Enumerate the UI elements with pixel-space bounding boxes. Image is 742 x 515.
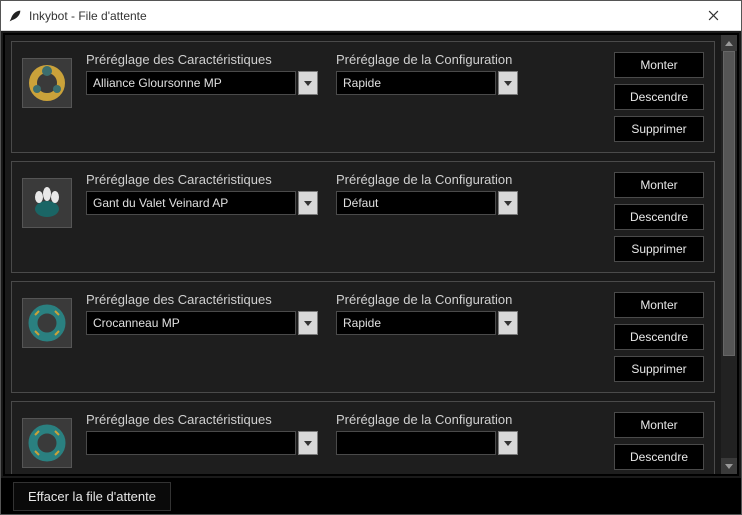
row-actions: Monter Descendre Supprimer — [614, 52, 704, 142]
char-preset-value: Gant du Valet Veinard AP — [86, 191, 296, 215]
conf-preset-label: Préréglage de la Configuration — [336, 172, 518, 187]
conf-preset-select[interactable]: Rapide — [336, 311, 518, 335]
conf-preset-value: Rapide — [336, 71, 496, 95]
scroll-up-arrow[interactable] — [721, 35, 737, 51]
window-title: Inkybot - File d'attente — [29, 9, 693, 23]
move-up-button[interactable]: Monter — [614, 292, 704, 318]
conf-preset-label: Préréglage de la Configuration — [336, 292, 518, 307]
char-preset-label: Préréglage des Caractéristiques — [86, 52, 318, 67]
char-preset-column: Préréglage des Caractéristiques Crocannea… — [86, 292, 318, 335]
char-preset-select[interactable]: Alliance Gloursonne MP — [86, 71, 318, 95]
titlebar: Inkybot - File d'attente — [1, 1, 741, 31]
delete-button[interactable]: Supprimer — [614, 236, 704, 262]
conf-preset-select[interactable]: Rapide — [336, 71, 518, 95]
queue-row: Préréglage des Caractéristiques Crocannea… — [11, 281, 715, 393]
row-fields: Préréglage des Caractéristiques Alliance … — [86, 52, 600, 95]
char-preset-label: Préréglage des Caractéristiques — [86, 292, 318, 307]
scroll-thumb[interactable] — [723, 51, 735, 356]
item-thumbnail — [22, 178, 72, 228]
dropdown-icon[interactable] — [298, 191, 318, 215]
move-down-button[interactable]: Descendre — [614, 444, 704, 470]
char-preset-label: Préréglage des Caractéristiques — [86, 172, 318, 187]
conf-preset-column: Préréglage de la Configuration Rapide — [336, 292, 518, 335]
conf-preset-label: Préréglage de la Configuration — [336, 52, 518, 67]
row-fields: Préréglage des Caractéristiques Gant du V… — [86, 172, 600, 215]
dropdown-icon[interactable] — [498, 191, 518, 215]
char-preset-select[interactable]: Crocanneau MP — [86, 311, 318, 335]
item-thumbnail — [22, 58, 72, 108]
char-preset-select[interactable]: Gant du Valet Veinard AP — [86, 191, 318, 215]
move-down-button[interactable]: Descendre — [614, 324, 704, 350]
row-actions: Monter Descendre Supprimer — [614, 172, 704, 262]
char-preset-column: Préréglage des Caractéristiques Alliance … — [86, 52, 318, 95]
conf-preset-column: Préréglage de la Configuration Rapide — [336, 52, 518, 95]
scrollbar[interactable] — [721, 35, 737, 474]
app-feather-icon — [7, 8, 23, 24]
conf-preset-value: Défaut — [336, 191, 496, 215]
row-fields: Préréglage des Caractéristiques Préréglag… — [86, 412, 600, 455]
move-down-button[interactable]: Descendre — [614, 204, 704, 230]
conf-preset-select[interactable]: Défaut — [336, 191, 518, 215]
char-preset-column: Préréglage des Caractéristiques — [86, 412, 318, 455]
char-preset-value: Alliance Gloursonne MP — [86, 71, 296, 95]
delete-button[interactable]: Supprimer — [614, 116, 704, 142]
close-button[interactable] — [693, 2, 733, 30]
move-up-button[interactable]: Monter — [614, 172, 704, 198]
clear-queue-button[interactable]: Effacer la file d'attente — [13, 482, 171, 511]
queue-list: Préréglage des Caractéristiques Alliance … — [5, 35, 721, 474]
conf-preset-value: Rapide — [336, 311, 496, 335]
app-window: Inkybot - File d'attente Préréglage des … — [0, 0, 742, 515]
move-up-button[interactable]: Monter — [614, 412, 704, 438]
queue-row: Préréglage des Caractéristiques Alliance … — [11, 41, 715, 153]
conf-preset-column: Préréglage de la Configuration Défaut — [336, 172, 518, 215]
char-preset-label: Préréglage des Caractéristiques — [86, 412, 318, 427]
char-preset-value — [86, 431, 296, 455]
item-thumbnail — [22, 418, 72, 468]
char-preset-column: Préréglage des Caractéristiques Gant du V… — [86, 172, 318, 215]
move-down-button[interactable]: Descendre — [614, 84, 704, 110]
delete-button[interactable]: Supprimer — [614, 356, 704, 382]
dropdown-icon[interactable] — [298, 71, 318, 95]
dropdown-icon[interactable] — [298, 431, 318, 455]
conf-preset-value — [336, 431, 496, 455]
conf-preset-select[interactable] — [336, 431, 518, 455]
scroll-down-arrow[interactable] — [721, 458, 737, 474]
move-up-button[interactable]: Monter — [614, 52, 704, 78]
dropdown-icon[interactable] — [298, 311, 318, 335]
queue-row: Préréglage des Caractéristiques Gant du V… — [11, 161, 715, 273]
footer: Effacer la file d'attente — [1, 478, 741, 514]
dropdown-icon[interactable] — [498, 431, 518, 455]
char-preset-value: Crocanneau MP — [86, 311, 296, 335]
dropdown-icon[interactable] — [498, 311, 518, 335]
conf-preset-label: Préréglage de la Configuration — [336, 412, 518, 427]
row-actions: Monter Descendre Supprimer — [614, 292, 704, 382]
row-actions: MonterDescendreSupprimer — [614, 412, 704, 474]
dropdown-icon[interactable] — [498, 71, 518, 95]
queue-row: Préréglage des Caractéristiques Préréglag… — [11, 401, 715, 474]
item-thumbnail — [22, 298, 72, 348]
body: Préréglage des Caractéristiques Alliance … — [3, 33, 739, 476]
char-preset-select[interactable] — [86, 431, 318, 455]
conf-preset-column: Préréglage de la Configuration — [336, 412, 518, 455]
row-fields: Préréglage des Caractéristiques Crocannea… — [86, 292, 600, 335]
scroll-track[interactable] — [721, 51, 737, 458]
